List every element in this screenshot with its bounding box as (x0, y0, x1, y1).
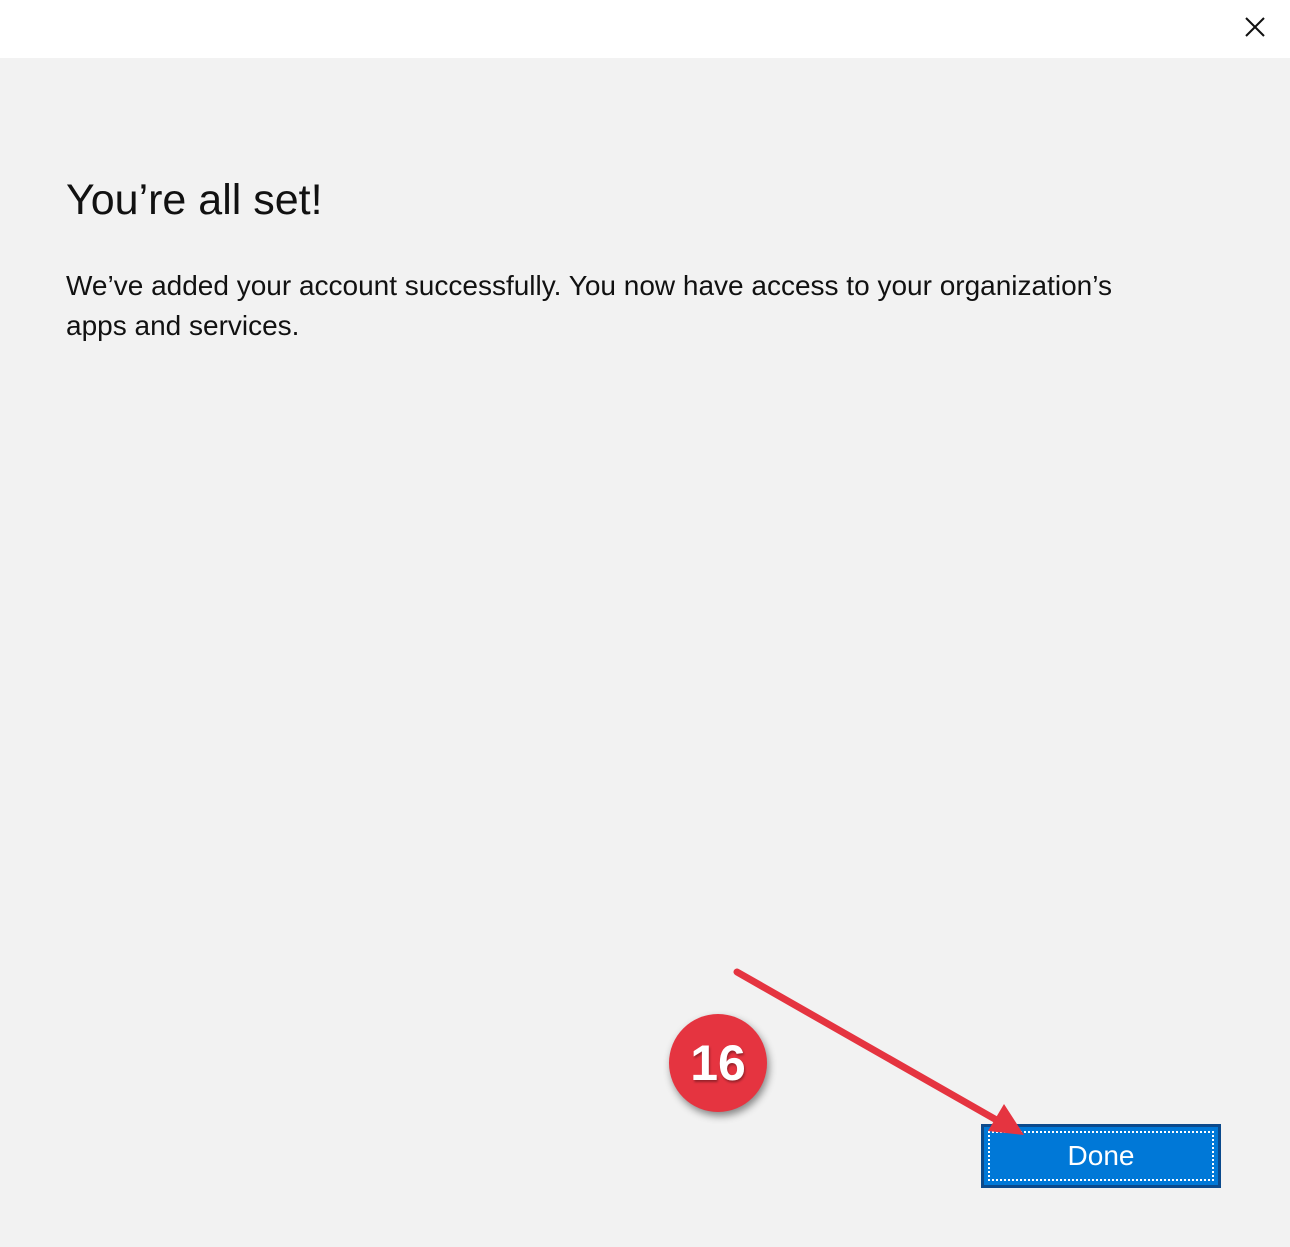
close-button[interactable] (1232, 4, 1278, 50)
close-icon (1245, 17, 1265, 37)
dialog-window: You’re all set! We’ve added your account… (0, 0, 1290, 1247)
step-number-badge: 16 (669, 1014, 767, 1112)
success-message: We’ve added your account successfully. Y… (66, 270, 1112, 341)
page-title: You’re all set! (66, 176, 323, 224)
done-button[interactable]: Done (981, 1124, 1221, 1188)
title-bar (0, 0, 1290, 58)
dialog-content: You’re all set! We’ve added your account… (66, 170, 1216, 346)
done-button-label: Done (988, 1131, 1214, 1181)
